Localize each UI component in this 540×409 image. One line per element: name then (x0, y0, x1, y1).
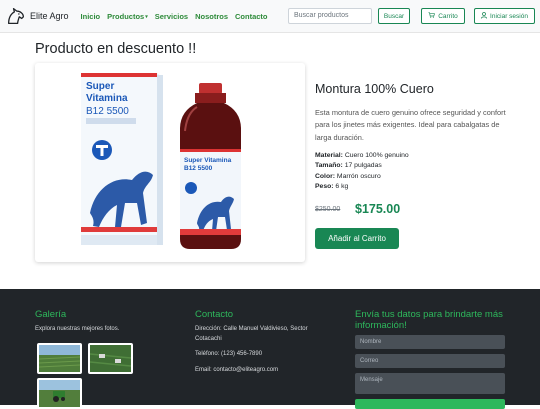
spec-color: Color: Marrón oscuro (315, 172, 409, 182)
nav-servicios[interactable]: Servicios (155, 12, 188, 21)
bottle-line2: B12 5500 (184, 165, 213, 172)
page-title: Producto en descuento !! (35, 41, 197, 57)
horse-head-icon (7, 7, 25, 25)
add-to-cart-label: Añadir al Carrito (328, 234, 386, 243)
gallery-thumb-2[interactable] (88, 343, 133, 374)
email-input[interactable]: Correo (355, 354, 505, 368)
brand-name: Elite Agro (30, 11, 69, 21)
submit-button[interactable] (355, 399, 505, 409)
contact-phone: Teléfono: (123) 456-7890 (195, 351, 263, 357)
product-image[interactable]: Super Vitamina B12 5500 Super Vitamina B… (35, 63, 305, 262)
vitamin-box: Super Vitamina B12 5500 (81, 73, 163, 245)
product-specs: Material: Cuero 100% genuino Tamaño: 17 … (315, 151, 409, 192)
search-button-label: Buscar (383, 12, 405, 20)
spec-color-value: Marrón oscuro (336, 172, 381, 180)
cart-button[interactable]: Carrito (421, 8, 465, 24)
gallery-photo-2 (90, 345, 131, 372)
nav-nosotros[interactable]: Nosotros (195, 12, 228, 21)
spec-weight-value: 6 kg (335, 182, 349, 190)
gallery-photo-1 (39, 345, 80, 372)
vitamin-bottle: Super Vitamina B12 5500 (180, 83, 241, 249)
add-to-cart-button[interactable]: Añadir al Carrito (315, 228, 399, 249)
gallery-title: Galería (35, 309, 67, 320)
login-button[interactable]: Iniciar sesión (474, 8, 535, 24)
spec-weight: Peso: 6 kg (315, 182, 409, 192)
product-name: Montura 100% Cuero (315, 82, 434, 96)
box-line3: B12 5500 (86, 106, 129, 117)
gallery-thumb-3[interactable] (37, 378, 82, 409)
search-button[interactable]: Buscar (378, 8, 410, 24)
gallery-subtitle: Explora nuestras mejores fotos. (35, 326, 120, 332)
spec-weight-label: Peso: (315, 182, 334, 190)
spec-material-value: Cuero 100% genuino (344, 152, 409, 159)
sale-price: $175.00 (355, 202, 401, 216)
nav-inicio[interactable]: Inicio (81, 12, 101, 21)
nav-productos[interactable]: Productos▾ (107, 12, 148, 21)
product-image-card: Super Vitamina B12 5500 Super Vitamina B… (35, 63, 305, 262)
contact-email: Email: contacto@eliteagro.com (195, 367, 279, 373)
spec-size: Tamaño: 17 pulgadas (315, 161, 409, 171)
product-description: Esta montura de cuero genuino ofrece seg… (315, 108, 506, 142)
form-title: Envía tus datos para brindarte más infor… (355, 309, 503, 331)
gallery-thumb-1[interactable] (37, 343, 82, 374)
navbar: Elite Agro Inicio Productos▾ Servicios N… (0, 0, 540, 33)
contact-title: Contacto (195, 309, 234, 320)
nav-links: Inicio Productos▾ Servicios Nosotros Con… (81, 12, 275, 21)
box-line1: Super (86, 81, 114, 92)
gallery-photo-3 (39, 380, 80, 407)
spec-material: Material: Cuero 100% genuino (315, 151, 409, 161)
brand[interactable]: Elite Agro (6, 7, 69, 25)
footer: Galería Explora nuestras mejores fotos. … (0, 289, 540, 409)
old-price: $250.00 (315, 206, 341, 213)
spec-size-value: 17 pulgadas (344, 162, 382, 170)
login-button-label: Iniciar sesión (490, 12, 528, 20)
cart-icon (428, 12, 436, 20)
search-input[interactable]: Buscar productos (288, 8, 372, 24)
chevron-down-icon: ▾ (145, 13, 148, 20)
user-icon (481, 11, 488, 21)
spec-size-label: Tamaño: (315, 162, 343, 170)
nav-productos-label: Productos (107, 11, 145, 21)
box-line2: Vitamina (86, 93, 128, 104)
cart-button-label: Carrito (438, 12, 458, 20)
nav-contacto[interactable]: Contacto (235, 12, 268, 21)
bottle-line1: Super Vitamina (184, 157, 232, 164)
spec-color-label: Color: (315, 172, 336, 180)
name-input[interactable]: Nombre (355, 335, 505, 349)
message-input[interactable]: Mensaje (355, 373, 505, 394)
spec-material-label: Material: (315, 152, 343, 159)
contact-address: Dirección: Calle Manuel Valdivieso, Sect… (195, 326, 308, 342)
